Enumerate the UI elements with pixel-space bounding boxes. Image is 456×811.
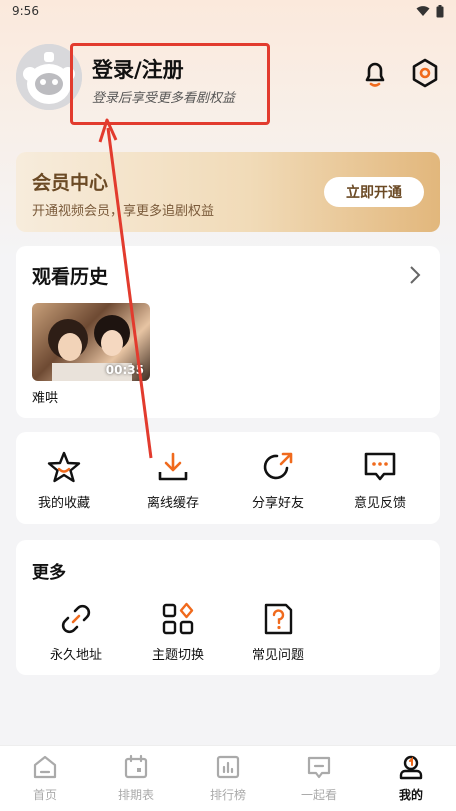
profile-icon <box>399 755 423 780</box>
tools-card: 我的收藏 离线缓存 分享好友 意见反馈 <box>16 432 440 524</box>
theme-switch-button[interactable]: 主题切换 <box>130 602 226 663</box>
login-register-link[interactable]: 登录/注册 <box>92 54 184 84</box>
tab-schedule[interactable]: 排期表 <box>91 754 181 803</box>
vip-subtitle: 开通视频会员，享更多追剧权益 <box>32 204 215 219</box>
history-item-thumbnail[interactable]: 00:35 <box>32 303 150 381</box>
status-icons <box>416 4 444 18</box>
download-icon <box>158 452 188 481</box>
tab-label: 首页 <box>32 788 57 802</box>
share-friends-button[interactable]: 分享好友 <box>230 450 326 511</box>
vip-center-banner[interactable]: 会员中心 开通视频会员，享更多追剧权益 立即开通 <box>16 152 440 232</box>
more-item-label: 常见问题 <box>251 648 304 663</box>
tab-label: 一起看 <box>300 788 337 802</box>
bell-icon[interactable] <box>360 58 390 88</box>
chevron-right-icon[interactable] <box>408 264 422 286</box>
tool-label: 分享好友 <box>251 496 304 511</box>
more-card: 更多 永久地址 主题切换 常见问题 <box>16 540 440 675</box>
feedback-button[interactable]: 意见反馈 <box>332 450 428 511</box>
settings-icon[interactable] <box>410 58 440 88</box>
ranking-icon <box>216 755 240 779</box>
wifi-icon <box>416 6 430 16</box>
faq-icon <box>264 603 293 635</box>
more-item-label: 永久地址 <box>49 648 102 663</box>
open-vip-button[interactable]: 立即开通 <box>324 177 424 207</box>
history-item-title[interactable]: 难哄 <box>32 387 58 406</box>
status-bar: 9:56 <box>0 0 456 22</box>
video-duration: 00:35 <box>105 363 144 377</box>
calendar-icon <box>124 754 148 779</box>
tab-mine[interactable]: 我的 <box>366 754 456 803</box>
tab-label: 排行榜 <box>209 788 246 802</box>
battery-icon <box>436 4 444 17</box>
tab-label: 排期表 <box>117 788 154 802</box>
watch-history-card: 观看历史 00:35 难哄 <box>16 246 440 418</box>
tab-ranking[interactable]: 排行榜 <box>183 754 273 803</box>
status-time: 9:56 <box>12 4 39 18</box>
theme-icon <box>162 602 194 635</box>
star-icon <box>47 451 81 483</box>
tab-watch-together[interactable]: 一起看 <box>274 754 364 803</box>
tool-label: 我的收藏 <box>37 496 90 511</box>
share-icon <box>263 452 293 480</box>
feedback-icon <box>364 452 396 481</box>
login-subtitle: 登录后享受更多看剧权益 <box>92 91 236 106</box>
home-icon <box>33 755 57 779</box>
more-item-label: 主题切换 <box>151 648 204 663</box>
tab-label: 我的 <box>398 788 423 802</box>
watch-history-title: 观看历史 <box>32 266 109 288</box>
profile-header: 登录/注册 登录后享受更多看剧权益 <box>16 43 440 125</box>
watch-together-icon <box>307 756 331 779</box>
tab-home[interactable]: 首页 <box>0 754 90 803</box>
tool-label: 离线缓存 <box>146 496 199 511</box>
tool-label: 意见反馈 <box>353 496 406 511</box>
faq-button[interactable]: 常见问题 <box>230 602 326 663</box>
more-title: 更多 <box>32 563 66 583</box>
permanent-address-button[interactable]: 永久地址 <box>28 602 124 663</box>
bottom-tab-bar: 首页 排期表 排行榜 一起看 我的 <box>0 745 456 811</box>
link-icon <box>61 604 91 634</box>
my-favorites-button[interactable]: 我的收藏 <box>16 450 112 511</box>
offline-cache-button[interactable]: 离线缓存 <box>125 450 221 511</box>
vip-title: 会员中心 <box>32 172 109 194</box>
